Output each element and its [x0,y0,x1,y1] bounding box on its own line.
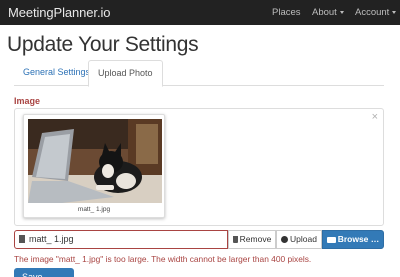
nav-places[interactable]: Places [272,7,301,18]
file-name-input[interactable]: matt_ 1.jpg [14,230,228,249]
nav-account-label: Account [355,7,390,18]
thumbnail-caption: matt_ 1.jpg [77,206,111,213]
close-icon[interactable]: × [372,111,378,123]
image-preview-panel: × matt_ 1.jpg [14,108,384,226]
remove-button-label: Remove [239,234,272,244]
remove-button[interactable]: Remove [228,230,276,249]
tab-upload-photo[interactable]: Upload Photo [88,60,163,87]
settings-tabs: General Settings Upload Photo [14,60,384,87]
browse-button[interactable]: Browse … [322,230,384,249]
nav-places-label: Places [272,7,301,18]
folder-open-icon [326,237,336,243]
image-field-label: Image [14,96,41,106]
cat-on-laptop-image [28,119,162,203]
image-thumbnail-card: matt_ 1.jpg [23,114,165,218]
upload-icon [281,236,289,243]
upload-button[interactable]: Upload [276,230,322,249]
image-error-message: The image "matt_ 1.jpg" is too large. Th… [14,254,312,264]
save-settings-button[interactable]: Save Settings [14,268,74,277]
trash-icon [232,236,238,243]
nav-account-dropdown[interactable]: Account [355,7,397,18]
file-icon [19,235,25,243]
upload-button-label: Upload [290,234,317,244]
nav-about-dropdown[interactable]: About [312,7,344,18]
caret-down-icon [339,10,344,14]
page-title: Update Your Settings [7,33,199,56]
nav-about-label: About [312,7,337,18]
tab-general-settings[interactable]: General Settings [14,60,99,86]
navbar: MeetingPlanner.io Places About Account [0,0,400,25]
caret-down-icon [392,10,397,14]
file-name-value: matt_ 1.jpg [29,234,74,244]
browse-button-label: Browse … [337,234,380,244]
brand-logo[interactable]: MeetingPlanner.io [8,5,110,20]
